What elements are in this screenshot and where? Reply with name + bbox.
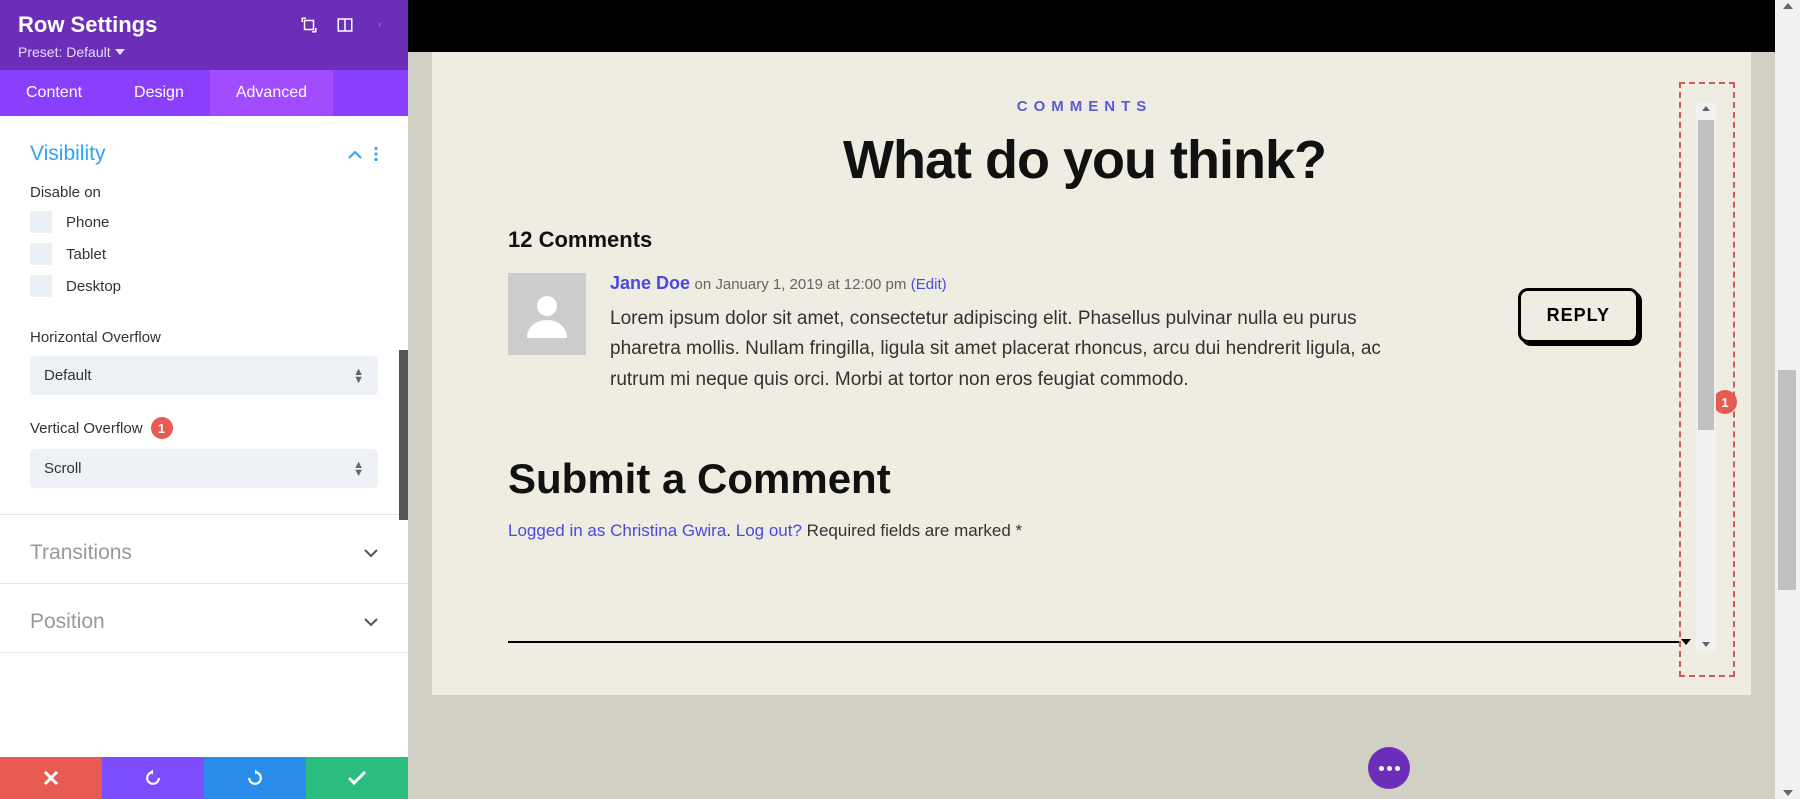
sidebar-body: Visibility Disable on Phone Tablet — [0, 116, 408, 757]
h-overflow-label: Horizontal Overflow — [30, 329, 378, 346]
fab-menu[interactable] — [1368, 747, 1410, 789]
redo-icon — [245, 768, 265, 788]
input-underline[interactable] — [508, 641, 1679, 643]
kebab-icon[interactable] — [374, 147, 378, 161]
redo-button[interactable] — [204, 757, 306, 799]
section-position-header[interactable]: Position — [0, 584, 408, 652]
section-title: Position — [30, 610, 105, 634]
preset-dropdown[interactable]: Preset: Default — [18, 44, 390, 60]
undo-icon — [143, 768, 163, 788]
panel-title: Row Settings — [18, 12, 157, 38]
settings-tabs: Content Design Advanced — [0, 70, 408, 116]
v-overflow-select[interactable]: Scroll ▲▼ — [30, 449, 378, 488]
required-text: Required fields are marked * — [807, 521, 1022, 540]
comment-date: on January 1, 2019 at 12:00 pm — [695, 276, 907, 293]
select-arrows-icon: ▲▼ — [353, 368, 364, 384]
chevron-down-icon — [364, 618, 378, 627]
scroll-down-icon — [1783, 790, 1793, 796]
cancel-button[interactable] — [0, 757, 102, 799]
chevron-up-icon — [348, 150, 362, 159]
comment-author[interactable]: Jane Doe — [610, 273, 690, 293]
check-icon — [347, 771, 367, 785]
select-value: Default — [44, 367, 92, 384]
comment-count: 12 Comments — [508, 227, 1661, 253]
preview-area: COMMENTS What do you think? 12 Comments … — [408, 0, 1800, 799]
change-count-badge: 1 — [151, 417, 173, 439]
scrollbar-thumb[interactable] — [1778, 370, 1796, 590]
select-value: Scroll — [44, 460, 82, 477]
tab-advanced[interactable]: Advanced — [210, 70, 333, 116]
scrollbar-thumb[interactable] — [399, 350, 408, 520]
eyebrow-text: COMMENTS — [508, 98, 1661, 115]
top-black-bar — [408, 0, 1775, 52]
logged-in-link[interactable]: Logged in as Christina Gwira — [508, 521, 726, 540]
expand-icon[interactable] — [300, 16, 318, 34]
submit-heading: Submit a Comment — [508, 455, 1661, 503]
scroll-up-icon — [1702, 106, 1710, 111]
scroll-up-icon — [1783, 3, 1793, 9]
sidebar-footer — [0, 757, 408, 799]
checkbox-label: Desktop — [66, 278, 121, 295]
close-icon — [43, 770, 59, 786]
scroll-down-icon — [1702, 642, 1710, 647]
canvas-content: COMMENTS What do you think? 12 Comments … — [432, 52, 1751, 695]
reply-button[interactable]: REPLY — [1518, 288, 1639, 343]
undo-button[interactable] — [102, 757, 204, 799]
checkbox-label: Tablet — [66, 246, 106, 263]
disable-on-label: Disable on — [30, 184, 378, 201]
scrollbar-thumb[interactable] — [1698, 120, 1714, 430]
tab-design[interactable]: Design — [108, 70, 210, 116]
logged-in-text: Logged in as Christina Gwira. Log out? R… — [508, 521, 1661, 541]
comment-item: Jane Doe on January 1, 2019 at 12:00 pm … — [508, 273, 1661, 395]
save-button[interactable] — [306, 757, 408, 799]
v-overflow-label: Vertical Overflow 1 — [30, 417, 378, 439]
columns-icon[interactable] — [336, 16, 354, 34]
tab-content[interactable]: Content — [0, 70, 108, 116]
inner-scrollbar[interactable] — [1696, 102, 1716, 651]
headline-text: What do you think? — [508, 129, 1661, 191]
avatar — [508, 273, 586, 355]
logout-link[interactable]: Log out? — [736, 521, 802, 540]
checkbox-phone[interactable] — [30, 211, 52, 233]
sidebar-header: Row Settings Preset: Default — [0, 0, 408, 70]
section-title: Visibility — [30, 142, 105, 166]
kebab-icon[interactable] — [372, 16, 390, 34]
preset-label: Preset: Default — [18, 44, 111, 60]
window-scrollbar[interactable] — [1775, 0, 1800, 799]
checkbox-tablet[interactable] — [30, 243, 52, 265]
select-arrows-icon: ▲▼ — [353, 461, 364, 477]
edit-link[interactable]: (Edit) — [911, 276, 947, 293]
checkbox-desktop[interactable] — [30, 275, 52, 297]
section-transitions-header[interactable]: Transitions — [0, 515, 408, 583]
settings-sidebar: Row Settings Preset: Default Content Des… — [0, 0, 408, 799]
h-overflow-select[interactable]: Default ▲▼ — [30, 356, 378, 395]
chevron-down-icon — [364, 549, 378, 558]
comment-text: Lorem ipsum dolor sit amet, consectetur … — [610, 304, 1390, 395]
section-visibility-header[interactable]: Visibility — [0, 116, 408, 184]
person-icon — [523, 290, 571, 338]
section-title: Transitions — [30, 541, 132, 565]
checkbox-label: Phone — [66, 214, 109, 231]
chevron-down-icon — [115, 49, 125, 55]
